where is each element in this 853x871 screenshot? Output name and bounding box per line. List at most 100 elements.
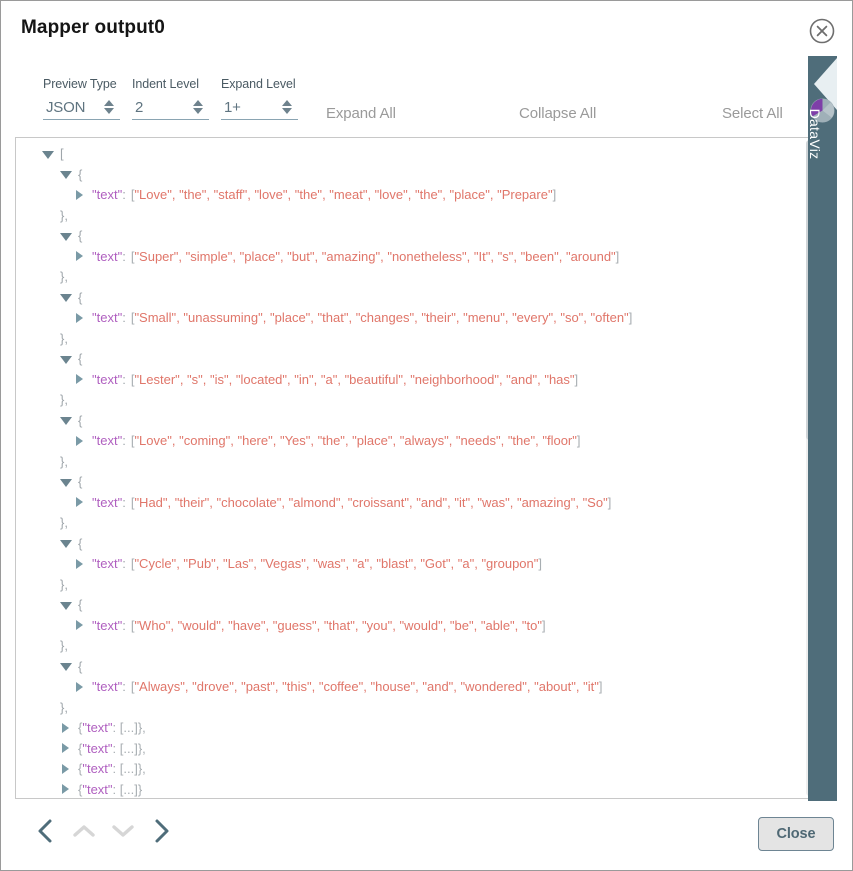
json-object-node[interactable]: { <box>16 657 815 678</box>
collapse-triangle-icon[interactable] <box>60 353 73 366</box>
json-comma: , <box>337 371 345 387</box>
collapse-triangle-icon[interactable] <box>42 148 55 161</box>
collapse-all-link[interactable]: Collapse All <box>519 105 596 122</box>
expand-level-stepper[interactable] <box>282 100 292 114</box>
stepper-down-icon[interactable] <box>193 108 203 114</box>
json-string-value: "a" <box>352 556 370 571</box>
expand-level-label: Expand Level <box>221 77 296 91</box>
collapse-triangle-icon[interactable] <box>60 230 73 243</box>
json-comma: , <box>305 556 314 571</box>
expand-triangle-icon[interactable] <box>60 783 73 796</box>
json-string-value: "house" <box>370 679 416 694</box>
select-all-link[interactable]: Select All <box>722 105 783 122</box>
json-string-value: "a" <box>457 556 475 571</box>
collapse-triangle-icon[interactable] <box>60 599 73 612</box>
expand-level-selector[interactable]: Expand Level 1+ <box>221 77 298 120</box>
json-close-brace: }, <box>60 638 68 653</box>
json-object-node[interactable]: { <box>16 226 815 247</box>
collapse-triangle-icon[interactable] <box>60 414 73 427</box>
expand-triangle-icon[interactable] <box>74 619 87 632</box>
json-collapsed-preview: {"text": [...]}, <box>78 761 146 776</box>
nav-down-button[interactable] <box>105 813 141 849</box>
expand-triangle-icon[interactable] <box>60 722 73 735</box>
indent-level-stepper[interactable] <box>193 100 203 114</box>
json-string-value: "love" <box>374 187 408 202</box>
json-key-row[interactable]: "text": ["Always", "drove", "past", "this… <box>16 677 815 698</box>
json-key-row[interactable]: "text": ["Super", "simple", "place", "but… <box>16 247 815 268</box>
nav-up-button[interactable] <box>66 813 102 849</box>
json-key: "text" <box>92 556 123 571</box>
expand-triangle-icon[interactable] <box>74 250 87 263</box>
preview-type-selector[interactable]: Preview Type JSON <box>43 77 120 120</box>
record-navigation <box>27 813 180 849</box>
json-root-node[interactable]: [ <box>16 144 815 165</box>
indent-level-selector[interactable]: Indent Level 2 <box>132 77 209 120</box>
page-title: Mapper output0 <box>21 17 165 38</box>
nav-previous-button[interactable] <box>27 813 63 849</box>
expand-triangle-icon[interactable] <box>74 496 87 509</box>
preview-type-stepper[interactable] <box>104 100 114 114</box>
json-string-value: "a" <box>320 371 338 387</box>
expand-triangle-icon[interactable] <box>74 189 87 202</box>
json-comma: , <box>232 248 240 264</box>
json-key-row[interactable]: "text": ["Lester", "s", "is", "located", … <box>16 370 815 391</box>
expand-all-link[interactable]: Expand All <box>326 105 396 122</box>
json-object-node[interactable]: { <box>16 165 815 186</box>
json-collapsed-row[interactable]: {"text": [...]}, <box>16 718 815 739</box>
json-key-row[interactable]: "text": ["Love", "the", "staff", "love", … <box>16 185 815 206</box>
json-string-value: "chocolate" <box>216 494 282 510</box>
json-key-row[interactable]: "text": ["Cycle", "Pub", "Las", "Vegas", … <box>16 554 815 575</box>
json-comma: , <box>509 494 517 510</box>
expand-triangle-icon[interactable] <box>74 558 87 571</box>
stepper-up-icon[interactable] <box>282 100 292 106</box>
close-button[interactable]: Close <box>758 817 834 851</box>
json-preview-panel[interactable]: [{"text": ["Love", "the", "staff", "love"… <box>15 137 816 799</box>
json-string-value: "amazing" <box>516 494 576 510</box>
stepper-down-icon[interactable] <box>282 108 292 114</box>
nav-next-button[interactable] <box>144 813 180 849</box>
json-close-row: }, <box>16 513 815 534</box>
json-comma: , <box>575 494 583 510</box>
collapse-triangle-icon[interactable] <box>60 537 73 550</box>
json-object-node[interactable]: { <box>16 534 815 555</box>
json-comma: , <box>558 248 566 264</box>
json-key-row[interactable]: "text": ["Who", "would", "have", "guess",… <box>16 616 815 637</box>
expand-triangle-icon[interactable] <box>74 373 87 386</box>
json-comma: , <box>228 371 236 387</box>
expand-triangle-icon[interactable] <box>74 435 87 448</box>
json-string-value: "Las" <box>223 556 254 571</box>
json-comma: , <box>500 433 508 448</box>
json-close-brace: }, <box>60 330 68 346</box>
expand-triangle-icon[interactable] <box>74 312 87 325</box>
json-object-node[interactable]: { <box>16 595 815 616</box>
json-object-node[interactable]: { <box>16 472 815 493</box>
stepper-up-icon[interactable] <box>104 100 114 106</box>
collapse-triangle-icon[interactable] <box>60 476 73 489</box>
stepper-down-icon[interactable] <box>104 108 114 114</box>
json-collapsed-row[interactable]: {"text": [...]}, <box>16 759 815 780</box>
json-string-value: "Love" <box>134 433 172 448</box>
json-comma: , <box>281 494 289 510</box>
collapse-triangle-icon[interactable] <box>60 291 73 304</box>
json-key-row[interactable]: "text": ["Love", "coming", "here", "Yes",… <box>16 431 815 452</box>
json-string-value: "blast" <box>376 556 414 571</box>
json-colon: : <box>122 187 126 202</box>
json-key-row[interactable]: "text": ["Small", "unassuming", "place", … <box>16 308 815 329</box>
collapse-triangle-icon[interactable] <box>60 168 73 181</box>
json-key-row[interactable]: "text": ["Had", "their", "chocolate", "al… <box>16 493 815 514</box>
json-string-value: "wondered" <box>460 679 527 694</box>
json-collapsed-row[interactable]: {"text": [...]}, <box>16 739 815 760</box>
close-circle-icon[interactable] <box>809 18 835 44</box>
json-object-node[interactable]: { <box>16 411 815 432</box>
collapse-triangle-icon[interactable] <box>60 660 73 673</box>
expand-triangle-icon[interactable] <box>74 681 87 694</box>
json-object-node[interactable]: { <box>16 288 815 309</box>
expand-triangle-icon[interactable] <box>60 742 73 755</box>
json-comma: , <box>171 433 180 448</box>
stepper-up-icon[interactable] <box>193 100 203 106</box>
json-collapsed-row[interactable]: {"text": [...]} <box>16 780 815 799</box>
expand-triangle-icon[interactable] <box>60 763 73 776</box>
json-close-row: }, <box>16 698 815 719</box>
dataviz-side-tab[interactable]: DataViz <box>808 56 837 801</box>
json-object-node[interactable]: { <box>16 349 815 370</box>
